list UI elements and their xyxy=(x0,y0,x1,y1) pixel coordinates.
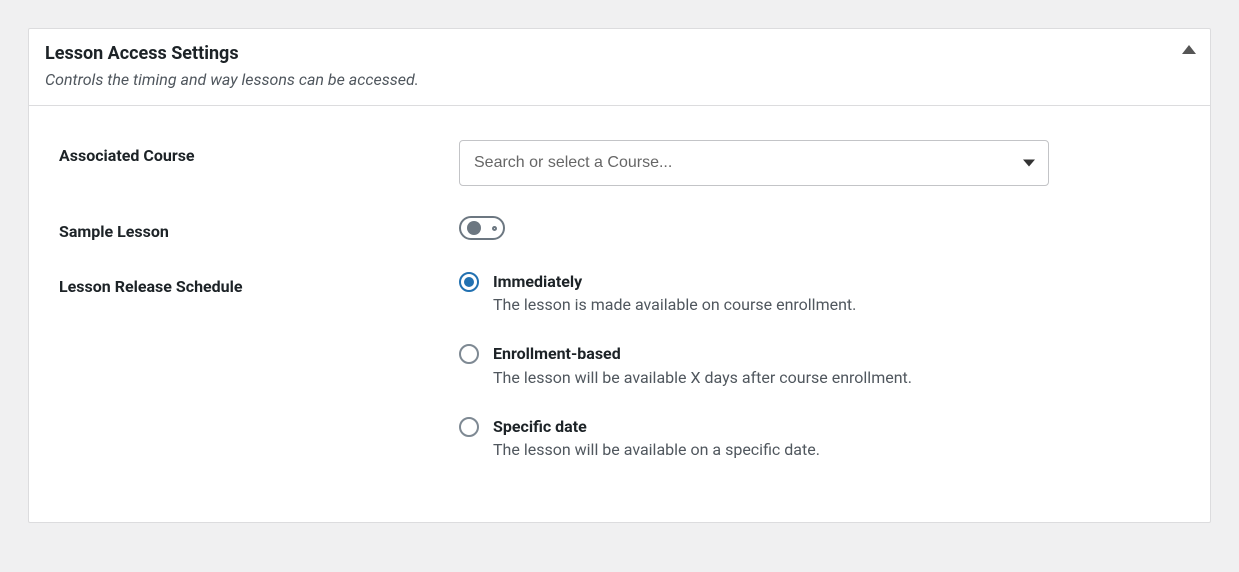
field-release-schedule: Lesson Release Schedule Immediately The … xyxy=(59,271,1180,462)
panel-title: Lesson Access Settings xyxy=(45,43,1194,64)
radio-title: Specific date xyxy=(493,416,820,438)
course-select[interactable]: Search or select a Course... xyxy=(459,140,1049,186)
radio-texts: Enrollment-based The lesson will be avai… xyxy=(493,343,912,389)
radio-texts: Specific date The lesson will be availab… xyxy=(493,416,820,462)
release-schedule-radios: Immediately The lesson is made available… xyxy=(459,271,1049,462)
collapse-toggle-icon[interactable] xyxy=(1182,45,1196,54)
sample-lesson-control xyxy=(459,216,1049,240)
toggle-knob xyxy=(467,221,481,235)
radio-texts: Immediately The lesson is made available… xyxy=(493,271,856,317)
field-associated-course: Associated Course Search or select a Cou… xyxy=(59,140,1180,186)
panel-body: Associated Course Search or select a Cou… xyxy=(29,106,1210,522)
panel-header: Lesson Access Settings Controls the timi… xyxy=(29,29,1210,106)
radio-option-immediately[interactable]: Immediately The lesson is made available… xyxy=(459,271,1049,317)
radio-desc: The lesson is made available on course e… xyxy=(493,293,856,317)
release-schedule-label: Lesson Release Schedule xyxy=(59,271,459,296)
radio-option-enrollment[interactable]: Enrollment-based The lesson will be avai… xyxy=(459,343,1049,389)
course-select-input[interactable]: Search or select a Course... xyxy=(459,140,1049,186)
field-sample-lesson: Sample Lesson xyxy=(59,216,1180,241)
associated-course-control: Search or select a Course... xyxy=(459,140,1049,186)
panel-subtitle: Controls the timing and way lessons can … xyxy=(45,70,1194,89)
sample-lesson-label: Sample Lesson xyxy=(59,216,459,241)
radio-desc: The lesson will be available on a specif… xyxy=(493,438,820,462)
radio-button-specific[interactable] xyxy=(459,417,479,437)
radio-button-enrollment[interactable] xyxy=(459,344,479,364)
associated-course-label: Associated Course xyxy=(59,140,459,165)
settings-panel: Lesson Access Settings Controls the timi… xyxy=(28,28,1211,523)
release-schedule-control: Immediately The lesson is made available… xyxy=(459,271,1049,462)
page-root: Lesson Access Settings Controls the timi… xyxy=(0,0,1239,551)
radio-desc: The lesson will be available X days afte… xyxy=(493,366,912,390)
radio-title: Enrollment-based xyxy=(493,343,912,365)
radio-button-immediately[interactable] xyxy=(459,272,479,292)
radio-title: Immediately xyxy=(493,271,856,293)
sample-lesson-toggle[interactable] xyxy=(459,216,505,240)
radio-option-specific[interactable]: Specific date The lesson will be availab… xyxy=(459,416,1049,462)
toggle-off-indicator-icon xyxy=(492,226,497,231)
